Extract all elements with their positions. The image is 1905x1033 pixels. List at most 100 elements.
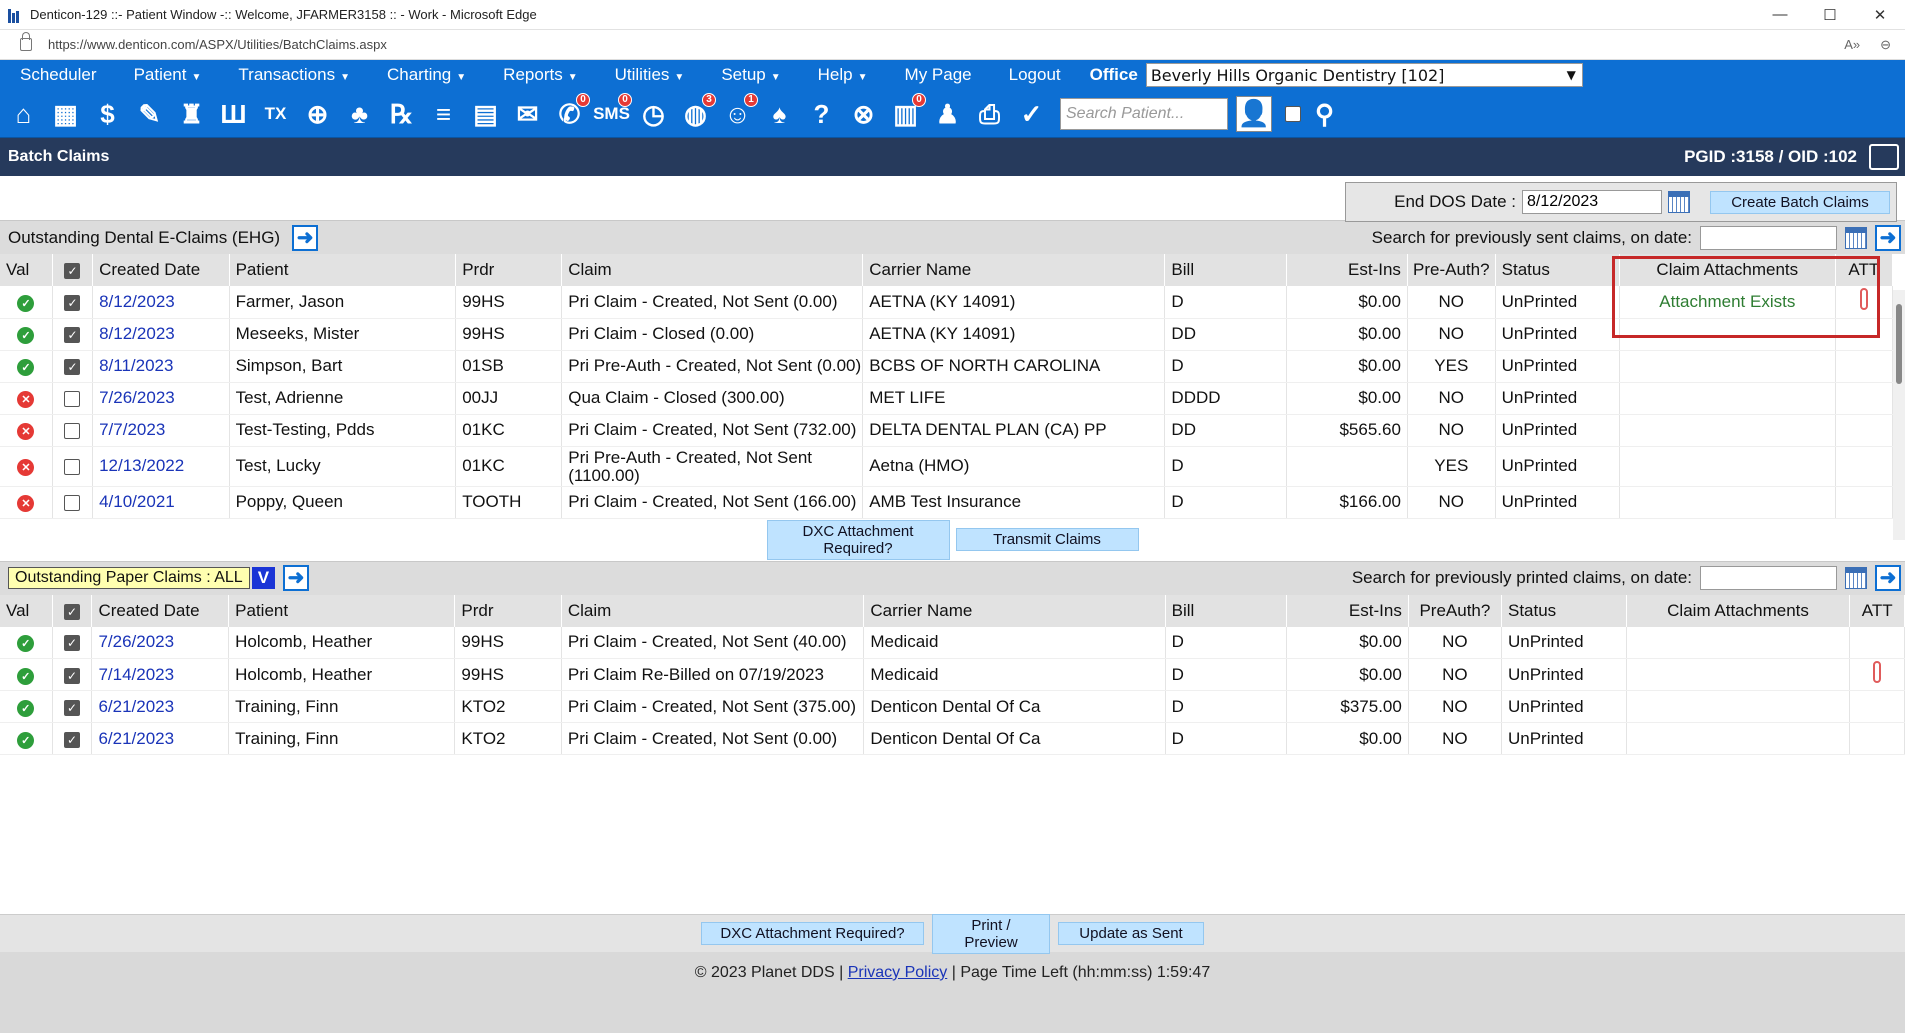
group-icon[interactable]: ♟ [929, 95, 966, 133]
sms-icon[interactable]: SMS 0 [593, 92, 632, 133]
patient-search-input[interactable]: Search Patient... [1060, 97, 1228, 130]
row-checkbox[interactable]: ✓ [63, 731, 80, 748]
row-checkbox[interactable]: ✓ [64, 495, 81, 511]
row-checkbox[interactable]: ✓ [64, 359, 81, 375]
paper-table-row[interactable]: ✓ ✓ 6/21/2023 Training, Finn KTO2 Pri Claim -… [0, 690, 1905, 723]
global-search-checkbox[interactable] [1285, 105, 1301, 122]
notes-icon[interactable]: ≡ [425, 95, 462, 133]
created-date-link[interactable]: 6/21/2023 [98, 729, 174, 748]
paper-search-arrow-icon[interactable]: ➜ [1875, 565, 1901, 591]
support-icon[interactable]: ☺ 1 [719, 92, 758, 133]
url-text[interactable]: https://www.denticon.com/ASPX/Utilities/… [48, 37, 387, 52]
menu-reports[interactable]: Reports ▼ [483, 65, 594, 85]
paper-table-row[interactable]: ✓ ✓ 7/14/2023 Holcomb, Heather 99HS Pri Claim… [0, 658, 1905, 691]
dollar-icon[interactable]: $ [89, 95, 126, 133]
created-date-link[interactable]: 6/21/2023 [98, 697, 174, 716]
created-date-link[interactable]: 7/26/2023 [98, 632, 174, 651]
created-date-link[interactable]: 7/7/2023 [99, 420, 165, 439]
menu-setup[interactable]: Setup ▼ [701, 65, 797, 85]
created-date-link[interactable]: 7/26/2023 [99, 388, 175, 407]
row-checkbox[interactable]: ✓ [64, 423, 81, 439]
family-icon[interactable]: ♣ [341, 95, 378, 133]
edit-icon[interactable]: ✎ [131, 95, 168, 133]
paperclip-icon[interactable] [1873, 661, 1882, 683]
printer-icon[interactable]: ⎙ [971, 95, 1008, 133]
paper-table-row[interactable]: ✓ ✓ 6/21/2023 Training, Finn KTO2 Pri Claim -… [0, 722, 1905, 755]
menu-charting[interactable]: Charting ▼ [367, 65, 483, 85]
create-batch-claims-button[interactable]: Create Batch Claims [1710, 190, 1890, 214]
patient-search-icon[interactable]: 👤 [1236, 95, 1272, 132]
globe-icon[interactable]: ◍ 3 [677, 92, 716, 133]
menu-scheduler[interactable]: Scheduler [0, 65, 114, 85]
home-icon[interactable]: ⌂ [5, 95, 42, 133]
ehg-table-row[interactable]: ✓ ✓ 8/11/2023 Simpson, Bart 01SB Pri Pre-Auth… [0, 350, 1894, 383]
select-all-checkbox[interactable]: ✓ [63, 603, 80, 620]
billing-icon[interactable]: ▥ 0 [887, 92, 926, 133]
zoom-icon[interactable]: ⊖ [1880, 37, 1891, 53]
row-checkbox[interactable]: ✓ [64, 294, 81, 311]
paper-calendar-icon[interactable] [1845, 567, 1867, 589]
document-icon[interactable]: ▤ [467, 95, 504, 133]
created-date-link[interactable]: 8/11/2023 [99, 356, 173, 375]
ehg-table-row[interactable]: ✕ ✓ 7/26/2023 Test, Adrienne 00JJ Qua Claim -… [0, 382, 1894, 415]
ehg-scrollbar[interactable] [1893, 290, 1905, 540]
select-all-checkbox[interactable]: ✓ [64, 263, 81, 279]
read-aloud-icon[interactable]: A» [1844, 37, 1860, 53]
row-checkbox[interactable]: ✓ [63, 667, 80, 684]
tx-icon[interactable]: TX [257, 95, 294, 133]
ehg-dxc-attachment-button[interactable]: DXC Attachment Required? [766, 519, 950, 560]
calendar-icon[interactable] [1668, 191, 1690, 213]
end-dos-input[interactable] [1522, 190, 1662, 214]
update-as-sent-button[interactable]: Update as Sent [1058, 922, 1204, 945]
created-date-link[interactable]: 12/13/2022 [99, 456, 184, 475]
created-date-link[interactable]: 4/10/2021 [99, 492, 175, 511]
mail-icon[interactable]: ✉ [509, 95, 546, 133]
add-patient-icon[interactable]: ⊕ [299, 95, 336, 133]
row-checkbox[interactable]: ✓ [64, 327, 81, 343]
paper-filter-dropdown[interactable]: V [251, 567, 276, 589]
calendar-icon[interactable]: ▦ [47, 95, 84, 133]
tooth-chart-icon[interactable]: ♜ [173, 95, 210, 133]
tooth-help-icon[interactable]: ? [803, 95, 840, 133]
rx-icon[interactable]: ℞ [383, 95, 420, 133]
print-preview-button[interactable]: Print / Preview [932, 913, 1050, 954]
checklist-icon[interactable]: ✓ [1013, 95, 1050, 133]
menu-utilities[interactable]: Utilities ▼ [595, 65, 702, 85]
created-date-link[interactable]: 8/12/2023 [99, 324, 175, 343]
ehg-table-row[interactable]: ✕ ✓ 4/10/2021 Poppy, Queen TOOTH Pri Claim - … [0, 486, 1894, 519]
web-icon[interactable]: ⊗ [845, 95, 882, 133]
ehg-calendar-icon[interactable] [1845, 226, 1867, 249]
transmit-claims-button[interactable]: Transmit Claims [955, 528, 1139, 551]
address-bar[interactable]: https://www.denticon.com/ASPX/Utilities/… [0, 30, 1905, 60]
ehg-search-date-input[interactable] [1700, 225, 1837, 250]
search-people-icon[interactable]: ⚲ [1306, 95, 1343, 133]
paper-dxc-attachment-button[interactable]: DXC Attachment Required? [701, 922, 924, 945]
ehg-header-1[interactable]: ✓ [52, 254, 94, 286]
ehg-table-row[interactable]: ✕ ✓ 12/13/2022 Test, Lucky 01KC Pri Pre-Auth … [0, 446, 1894, 487]
message-icon[interactable]: ✆ 0 [551, 92, 590, 133]
menu-my-page[interactable]: My Page [885, 65, 989, 85]
row-checkbox[interactable]: ✓ [64, 391, 81, 407]
ehg-table-row[interactable]: ✓ ✓ 8/12/2023 Meseeks, Mister 99HS Pri Claim … [0, 318, 1894, 351]
tooth-icon[interactable]: ♠ [761, 95, 798, 133]
row-checkbox[interactable]: ✓ [64, 459, 81, 475]
office-select[interactable]: Beverly Hills Organic Dentistry [102] ▼ [1145, 63, 1583, 87]
paper-table-row[interactable]: ✓ ✓ 7/26/2023 Holcomb, Heather 99HS Pri Claim… [0, 626, 1905, 659]
menu-patient[interactable]: Patient ▼ [114, 65, 219, 85]
ehg-table-row[interactable]: ✓ ✓ 8/12/2023 Farmer, Jason 99HS Pri Claim - … [0, 286, 1894, 319]
perio-icon[interactable]: Ш [215, 95, 252, 133]
menu-transactions[interactable]: Transactions ▼ [218, 65, 367, 85]
paper-header-1[interactable]: ✓ [52, 594, 93, 627]
minimize-button[interactable]: — [1755, 6, 1805, 24]
close-button[interactable]: ✕ [1855, 6, 1905, 24]
paper-go-arrow-icon[interactable]: ➜ [283, 565, 310, 591]
clock-icon[interactable]: ◷ [635, 95, 672, 133]
created-date-link[interactable]: 7/14/2023 [98, 665, 174, 684]
row-checkbox[interactable]: ✓ [63, 699, 80, 716]
ehg-search-arrow-icon[interactable]: ➜ [1875, 224, 1901, 251]
row-checkbox[interactable]: ✓ [63, 635, 80, 652]
print-icon[interactable] [1869, 144, 1899, 170]
menu-logout[interactable]: Logout [989, 65, 1078, 85]
created-date-link[interactable]: 8/12/2023 [99, 292, 175, 311]
menu-help[interactable]: Help ▼ [798, 65, 885, 85]
